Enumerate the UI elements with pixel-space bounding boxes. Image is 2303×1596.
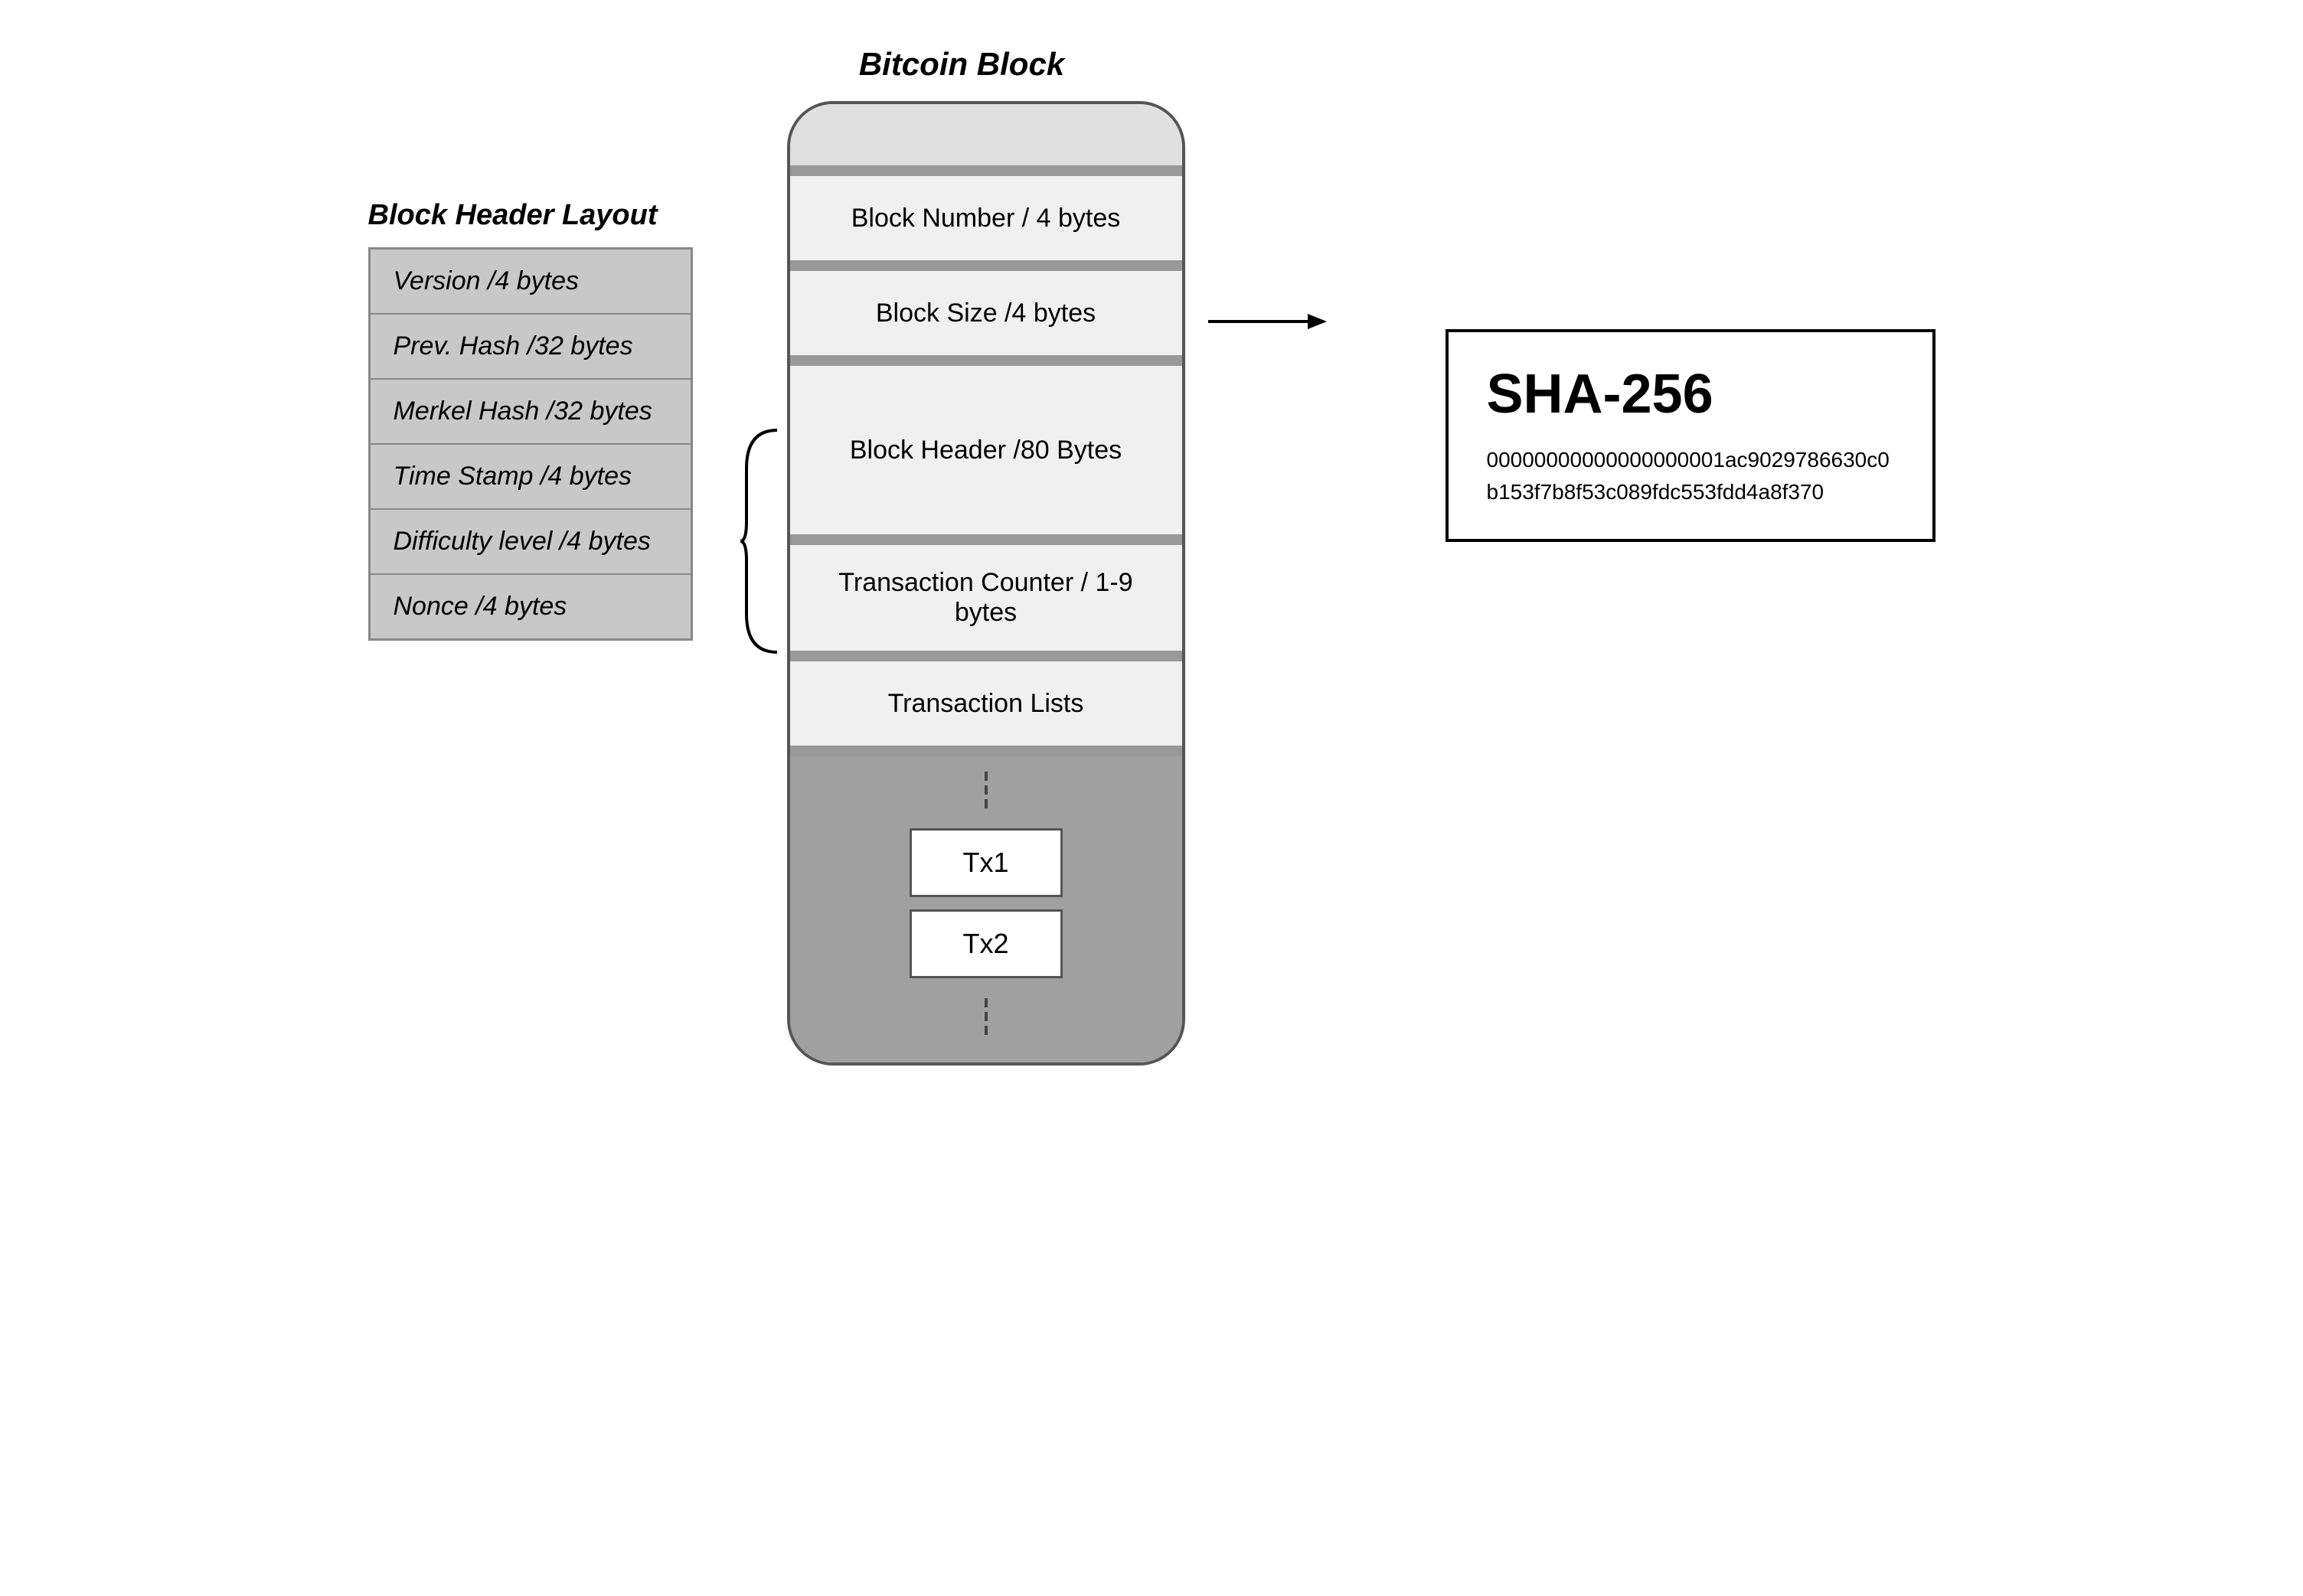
left-column: Block Header Layout Version /4 bytes Pre… <box>368 46 739 641</box>
header-item-nonce: Nonce /4 bytes <box>370 574 691 639</box>
block-header-title: Block Header Layout <box>368 199 658 232</box>
header-item-version: Version /4 bytes <box>370 249 691 314</box>
header-item-timestamp: Time Stamp /4 bytes <box>370 444 691 509</box>
dashed-line-bottom <box>985 998 988 1035</box>
arrow-svg <box>1208 306 1331 337</box>
dash-5 <box>985 1012 988 1021</box>
block-top-cap <box>790 104 1182 165</box>
brace-svg <box>739 423 781 660</box>
separator-4 <box>790 534 1182 545</box>
dash-6 <box>985 1026 988 1035</box>
header-item-difficulty: Difficulty level /4 bytes <box>370 509 691 574</box>
header-item-prev-hash: Prev. Hash /32 bytes <box>370 314 691 379</box>
dash-4 <box>985 998 988 1007</box>
transaction-counter-row: Transaction Counter / 1-9 bytes <box>790 545 1182 651</box>
page-layout: Block Header Layout Version /4 bytes Pre… <box>0 0 2303 1596</box>
header-items: Version /4 bytes Prev. Hash /32 bytes Me… <box>368 247 693 641</box>
sha-hash: 00000000000000000001ac9029786630c0b153f7… <box>1487 444 1894 508</box>
separator-5 <box>790 651 1182 661</box>
dashed-line-top <box>985 772 988 808</box>
dash-1 <box>985 772 988 781</box>
dash-2 <box>985 785 988 795</box>
center-column: Bitcoin Block Block Number / 4 bytes Blo… <box>739 46 1185 1066</box>
tx1-box: Tx1 <box>910 828 1063 897</box>
block-size-row: Block Size /4 bytes <box>790 271 1182 355</box>
separator-3 <box>790 355 1182 366</box>
arrow-sha-section: SHA-256 00000000000000000001ac9029786630… <box>1185 138 1936 542</box>
sha-section: SHA-256 00000000000000000001ac9029786630… <box>1446 329 1936 542</box>
separator-2 <box>790 260 1182 271</box>
brace-section <box>739 423 781 660</box>
block-header-row: Block Header /80 Bytes <box>790 366 1182 534</box>
block-bottom-section: Tx1 Tx2 <box>790 756 1182 1062</box>
sha-title: SHA-256 <box>1487 363 1713 426</box>
block-number-row: Block Number / 4 bytes <box>790 176 1182 260</box>
block-container: Block Number / 4 bytes Block Size /4 byt… <box>787 101 1185 1066</box>
block-header-layout: Block Header Layout Version /4 bytes Pre… <box>368 199 693 641</box>
transaction-list-row: Transaction Lists <box>790 661 1182 746</box>
arrow-section <box>1208 306 1331 337</box>
header-item-merkel-hash: Merkel Hash /32 bytes <box>370 379 691 444</box>
dash-3 <box>985 799 988 808</box>
bitcoin-block-title: Bitcoin Block <box>859 46 1064 83</box>
tx2-box: Tx2 <box>910 909 1063 978</box>
separator-1 <box>790 165 1182 176</box>
separator-6 <box>790 746 1182 756</box>
